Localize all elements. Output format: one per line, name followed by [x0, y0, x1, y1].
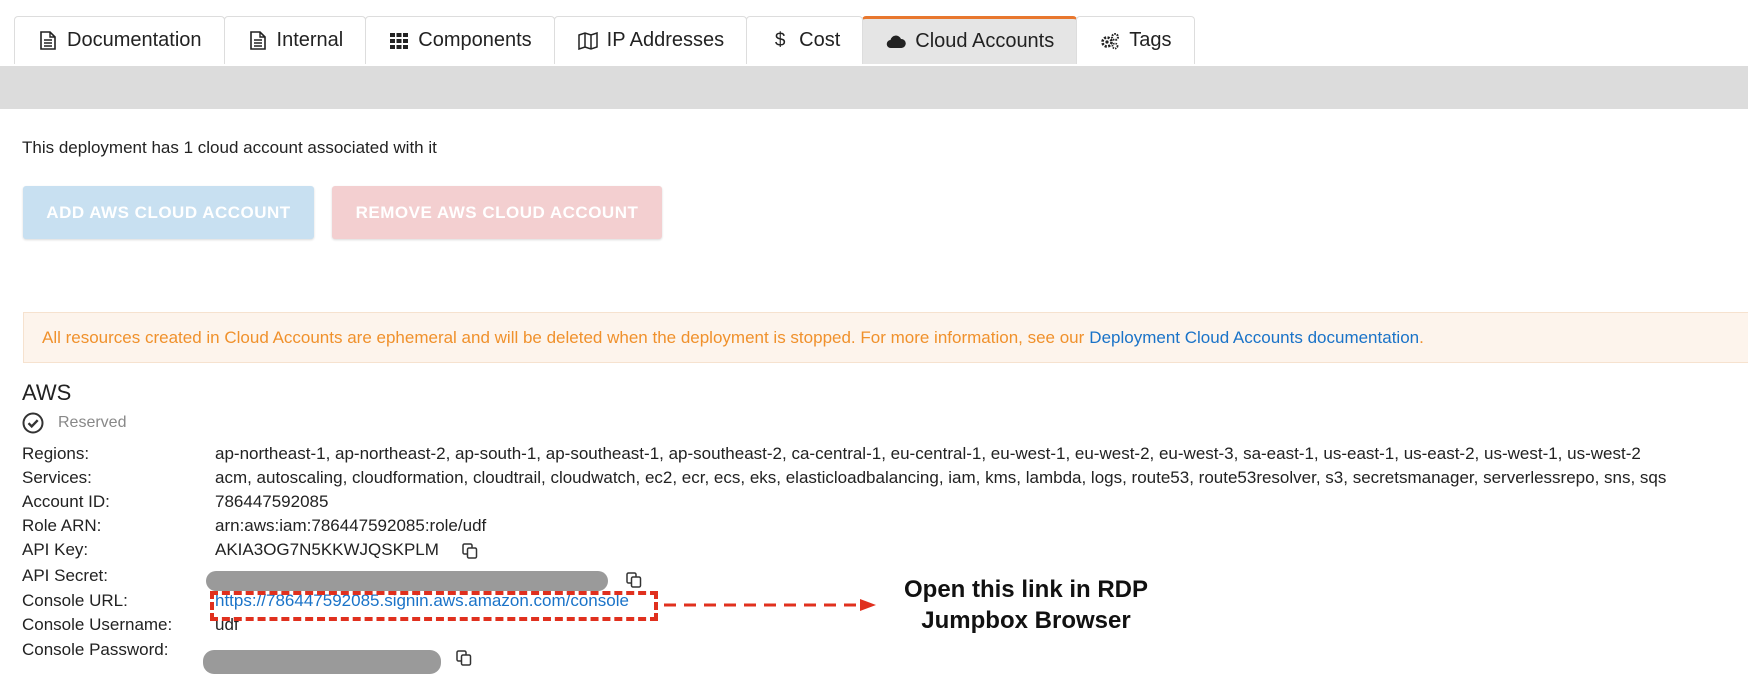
docs-link[interactable]: Deployment Cloud Accounts documentation: [1089, 328, 1419, 348]
alert-text: All resources created in Cloud Accounts …: [42, 327, 1085, 347]
add-aws-cloud-account-button[interactable]: ADD AWS CLOUD ACCOUNT: [23, 186, 314, 239]
tab-label: Documentation: [67, 29, 202, 51]
tab-label: Cost: [799, 29, 841, 51]
tab-label: IP Addresses: [606, 29, 725, 51]
status-text: Reserved: [58, 414, 127, 431]
console-url-label: Console URL:: [22, 591, 128, 610]
copy-icon[interactable]: [626, 572, 642, 588]
regions-value: ap-northeast-1, ap-northeast-2, ap-south…: [215, 444, 1641, 463]
tab-content-header-band: [0, 66, 1748, 109]
tab-documentation[interactable]: Documentation: [14, 16, 225, 64]
api-secret-redacted: [206, 571, 608, 591]
grid-icon: [388, 32, 410, 49]
annotation-callout: Open this link in RDP Jumpbox Browser: [876, 574, 1176, 636]
account-count-text: This deployment has 1 cloud account asso…: [22, 138, 437, 157]
api-key-value-wrap: AKIA3OG7N5KKWJQSKPLM: [215, 540, 478, 560]
cloud-icon: [885, 35, 907, 49]
tab-bar: Documentation Internal Components IP Add…: [14, 16, 1195, 66]
tab-ip-addresses[interactable]: IP Addresses: [553, 16, 748, 64]
account-id-label: Account ID:: [22, 492, 110, 511]
api-secret-label: API Secret:: [22, 566, 108, 585]
tab-cloud-accounts[interactable]: Cloud Accounts: [862, 16, 1078, 64]
console-username-label: Console Username:: [22, 615, 173, 634]
gears-icon: [1099, 32, 1121, 50]
tab-label: Tags: [1129, 29, 1172, 51]
annotation-line-1: Open this link in RDP: [903, 576, 1149, 603]
role-arn-value: arn:aws:iam:786447592085:role/udf: [215, 516, 487, 535]
remove-aws-cloud-account-button[interactable]: REMOVE AWS CLOUD ACCOUNT: [332, 186, 662, 239]
console-password-redacted: [203, 650, 441, 674]
check-circle-icon: [22, 412, 44, 434]
tab-tags[interactable]: Tags: [1076, 16, 1195, 64]
account-id-value: 786447592085: [215, 492, 329, 511]
alert-suffix: .: [1419, 327, 1424, 347]
services-label: Services:: [22, 468, 92, 487]
annotation-line-2: Jumpbox Browser: [921, 607, 1131, 634]
tab-cost[interactable]: $ Cost: [746, 16, 864, 64]
console-url-highlight-box: [210, 591, 658, 621]
regions-label: Regions:: [22, 444, 90, 463]
map-icon: [577, 31, 599, 50]
services-value: acm, autoscaling, cloudformation, cloudt…: [215, 468, 1667, 487]
copy-icon[interactable]: [456, 650, 472, 666]
arrow-right-icon: [664, 599, 876, 611]
role-arn-label: Role ARN:: [22, 516, 102, 535]
tab-label: Internal: [276, 29, 344, 51]
status-badge: Reserved: [22, 412, 126, 434]
provider-title: AWS: [22, 380, 72, 405]
dollar-icon: $: [774, 29, 786, 51]
tab-label: Cloud Accounts: [915, 30, 1055, 52]
document-icon: [37, 31, 59, 50]
tab-label: Components: [418, 29, 532, 51]
api-key-label: API Key:: [22, 540, 89, 559]
api-key-value: AKIA3OG7N5KKWJQSKPLM: [215, 540, 439, 559]
tab-internal[interactable]: Internal: [223, 16, 367, 64]
copy-icon[interactable]: [461, 542, 478, 559]
console-password-label: Console Password:: [22, 640, 169, 659]
ephemeral-warning-alert: All resources created in Cloud Accounts …: [23, 312, 1748, 363]
document-icon: [247, 31, 269, 50]
tab-components[interactable]: Components: [365, 16, 555, 64]
